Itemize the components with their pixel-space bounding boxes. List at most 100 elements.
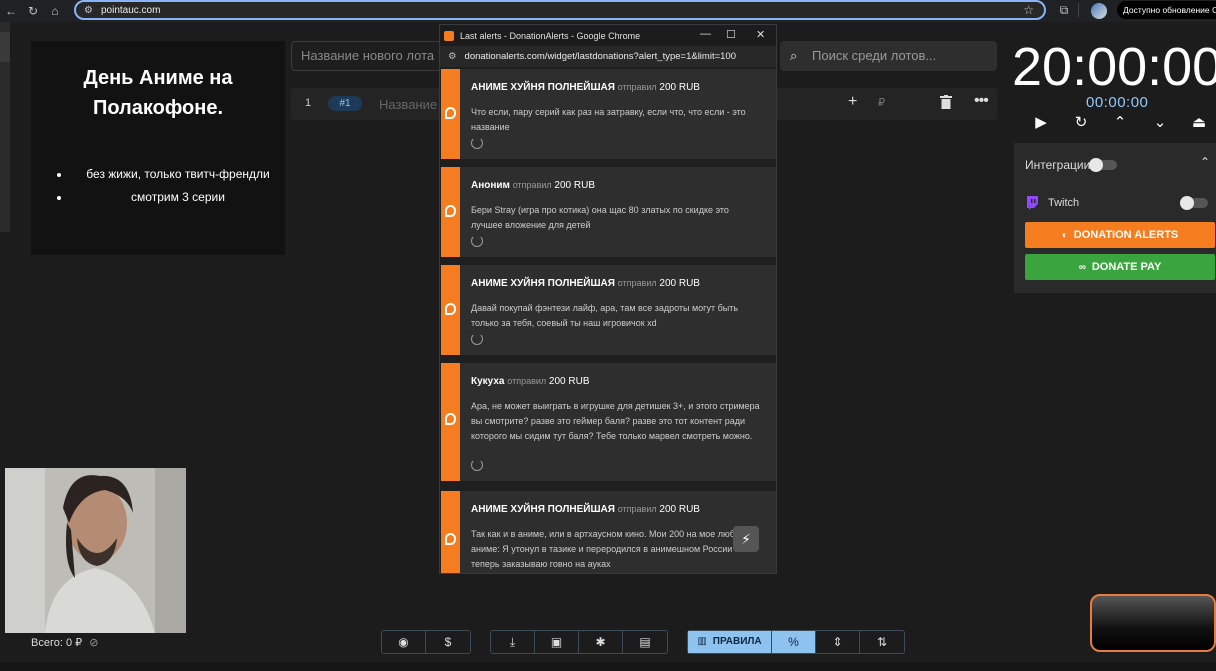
twitch-toggle[interactable]	[1180, 196, 1208, 210]
new-lot-name-input[interactable]: Название нового лота	[291, 41, 441, 71]
search-placeholder: Поиск среди лотов...	[812, 48, 937, 63]
play-icon[interactable]: ▶	[1031, 113, 1051, 133]
rules-icon: ▥	[697, 636, 707, 647]
speaker-decoration	[1090, 594, 1216, 652]
donate-pay-icon: ∞	[1078, 262, 1086, 273]
donate-icon[interactable]: $	[426, 631, 470, 653]
donation-alerts-label: DONATION ALERTS	[1073, 229, 1179, 241]
donor-name: Кукуха	[471, 376, 505, 387]
rules-label: ПРАВИЛА	[712, 636, 762, 647]
chevron-down-icon[interactable]: ⌄	[1150, 113, 1170, 133]
links-toolbar-group: ◉ $	[381, 630, 471, 654]
lot-search-input[interactable]: ⌕ Поиск среди лотов...	[780, 41, 997, 71]
donationalerts-icon	[445, 107, 456, 119]
sent-label: отправил	[507, 376, 547, 386]
reload-icon[interactable]: ↻	[22, 0, 44, 22]
donation-message: Давай покупай фэнтези лайф, ара, там все…	[471, 303, 739, 328]
bug-report-icon[interactable]: ✱	[579, 631, 623, 653]
extensions-icon[interactable]: ⧉	[1056, 3, 1072, 19]
clear-list-icon[interactable]: ▤	[623, 631, 667, 653]
browser-toolbar: ← ↻ ⌂ ⚙ pointauc.com ☆ ⧉ Доступно обновл…	[0, 0, 1216, 22]
alerts-feed: АНИМЕ ХУЙНЯ ПОЛНЕЙШАЯ отправил 200 RUB Ч…	[440, 67, 776, 573]
delete-lot-icon[interactable]	[940, 95, 952, 109]
donation-alerts-icon: ◐	[1061, 230, 1068, 241]
lot-amount-ruble[interactable]: ₽	[878, 96, 885, 109]
twitch-label: Twitch	[1048, 197, 1080, 209]
webcam-overlay	[5, 468, 186, 633]
close-icon[interactable]: ✕	[756, 28, 765, 41]
sent-label: отправил	[617, 278, 657, 288]
replay-icon[interactable]	[471, 459, 483, 471]
popup-title-bar: Last alerts - DonationAlerts - Google Ch…	[440, 25, 776, 46]
maximize-icon[interactable]: ☐	[726, 28, 736, 41]
donation-message: Что если, пару серий как раз на затравку…	[471, 107, 746, 132]
auction-timer: 20:00:00	[1012, 37, 1216, 97]
minimize-icon[interactable]: —	[700, 28, 711, 40]
github-icon[interactable]: ◉	[382, 631, 426, 653]
alert-card: АНИМЕ ХУЙНЯ ПОЛНЕЙШАЯ отправил 200 RUB Д…	[441, 265, 776, 355]
lot-index: 1	[305, 97, 312, 109]
donation-amount: 200 RUB	[659, 82, 700, 93]
hide-amount-icon[interactable]: ⊘	[89, 637, 98, 649]
elapsed-timer: 00:00:00	[1086, 94, 1149, 111]
download-icon[interactable]: ⤓	[491, 631, 535, 653]
more-options-icon[interactable]: •••	[974, 92, 989, 110]
description-item: без жижи, только твитч-френдли	[71, 163, 285, 186]
site-info-icon[interactable]: ⚙	[448, 51, 457, 62]
sent-label: отправил	[512, 180, 552, 190]
replay-icon[interactable]	[471, 137, 483, 149]
back-icon[interactable]: ←	[0, 0, 22, 22]
auction-description-card: День Аниме на Полакофоне. без жижи, толь…	[31, 41, 285, 255]
alert-card: Аноним отправил 200 RUB Бери Stray (игра…	[441, 167, 776, 257]
sort-icon[interactable]: ⇅	[860, 631, 904, 653]
chrome-update-button[interactable]: Доступно обновление Chrome	[1117, 1, 1216, 19]
integrations-panel: Интеграции ⌃ Twitch ◐ DONATION ALERTS ∞ DO…	[1014, 143, 1216, 293]
lightning-icon[interactable]: ⚡	[733, 526, 759, 552]
address-url: pointauc.com	[100, 4, 161, 16]
restart-icon[interactable]: ↻	[1071, 113, 1091, 133]
donor-name: Аноним	[471, 180, 510, 191]
donate-pay-button[interactable]: ∞ DONATE PAY	[1025, 254, 1215, 280]
site-settings-icon[interactable]: ⚙	[84, 5, 93, 16]
integrations-title: Интеграции	[1025, 158, 1091, 172]
split-icon[interactable]: ⇕	[816, 631, 860, 653]
alert-card: АНИМЕ ХУЙНЯ ПОЛНЕЙШАЯ отправил 200 RUB Ч…	[441, 69, 776, 159]
description-item: смотрим 3 серии	[71, 186, 285, 209]
rules-button[interactable]: ▥ ПРАВИЛА	[688, 631, 772, 653]
donation-amount: 200 RUB	[554, 180, 595, 191]
donate-pay-label: DONATE PAY	[1091, 261, 1162, 273]
bookmark-star-icon[interactable]: ☆	[1023, 3, 1034, 17]
popup-url: donationalerts.com/widget/lastdonations?…	[464, 51, 736, 62]
collapse-chevron-icon[interactable]: ⌃	[1200, 155, 1210, 169]
popup-address-bar[interactable]: ⚙ donationalerts.com/widget/lastdonation…	[440, 46, 776, 67]
chevron-up-icon[interactable]: ⌃	[1110, 113, 1130, 133]
add-amount-icon[interactable]: +	[848, 93, 857, 111]
lot-name-input[interactable]: Название	[379, 97, 437, 112]
donation-alerts-button[interactable]: ◐ DONATION ALERTS	[1025, 222, 1215, 248]
donationalerts-icon	[445, 205, 456, 217]
donationalerts-icon	[445, 533, 456, 545]
donor-name: АНИМЕ ХУЙНЯ ПОЛНЕЙШАЯ	[471, 504, 615, 515]
left-panel-edge	[0, 22, 10, 232]
webcam-image	[5, 468, 186, 633]
address-bar[interactable]: ⚙ pointauc.com ☆	[74, 0, 1046, 20]
toolbar-divider	[1078, 3, 1079, 17]
home-icon[interactable]: ⌂	[44, 0, 66, 22]
mode-toolbar-group: ▥ ПРАВИЛА % ⇕ ⇅	[687, 630, 905, 654]
total-amount: Всего: 0 ₽ ⊘	[31, 636, 98, 649]
save-icon[interactable]: ▣	[535, 631, 579, 653]
replay-icon[interactable]	[471, 333, 483, 345]
donation-message: Бери Stray (игра про котика) она щас 80 …	[471, 205, 729, 230]
profile-avatar[interactable]	[1091, 3, 1107, 19]
donationalerts-icon	[445, 413, 456, 425]
donation-amount: 200 RUB	[548, 376, 590, 387]
integrations-toggle[interactable]	[1089, 158, 1117, 172]
alert-card: Кукуха отправил 200 RUB Ара, не может вы…	[441, 363, 776, 481]
eject-icon[interactable]: ⏏	[1189, 113, 1209, 133]
percent-button[interactable]: %	[772, 631, 816, 653]
donationalerts-favicon	[444, 30, 454, 41]
sent-label: отправил	[617, 504, 657, 514]
search-icon: ⌕	[790, 48, 798, 63]
description-title: День Аниме на Полакофоне.	[83, 67, 233, 119]
replay-icon[interactable]	[471, 235, 483, 247]
